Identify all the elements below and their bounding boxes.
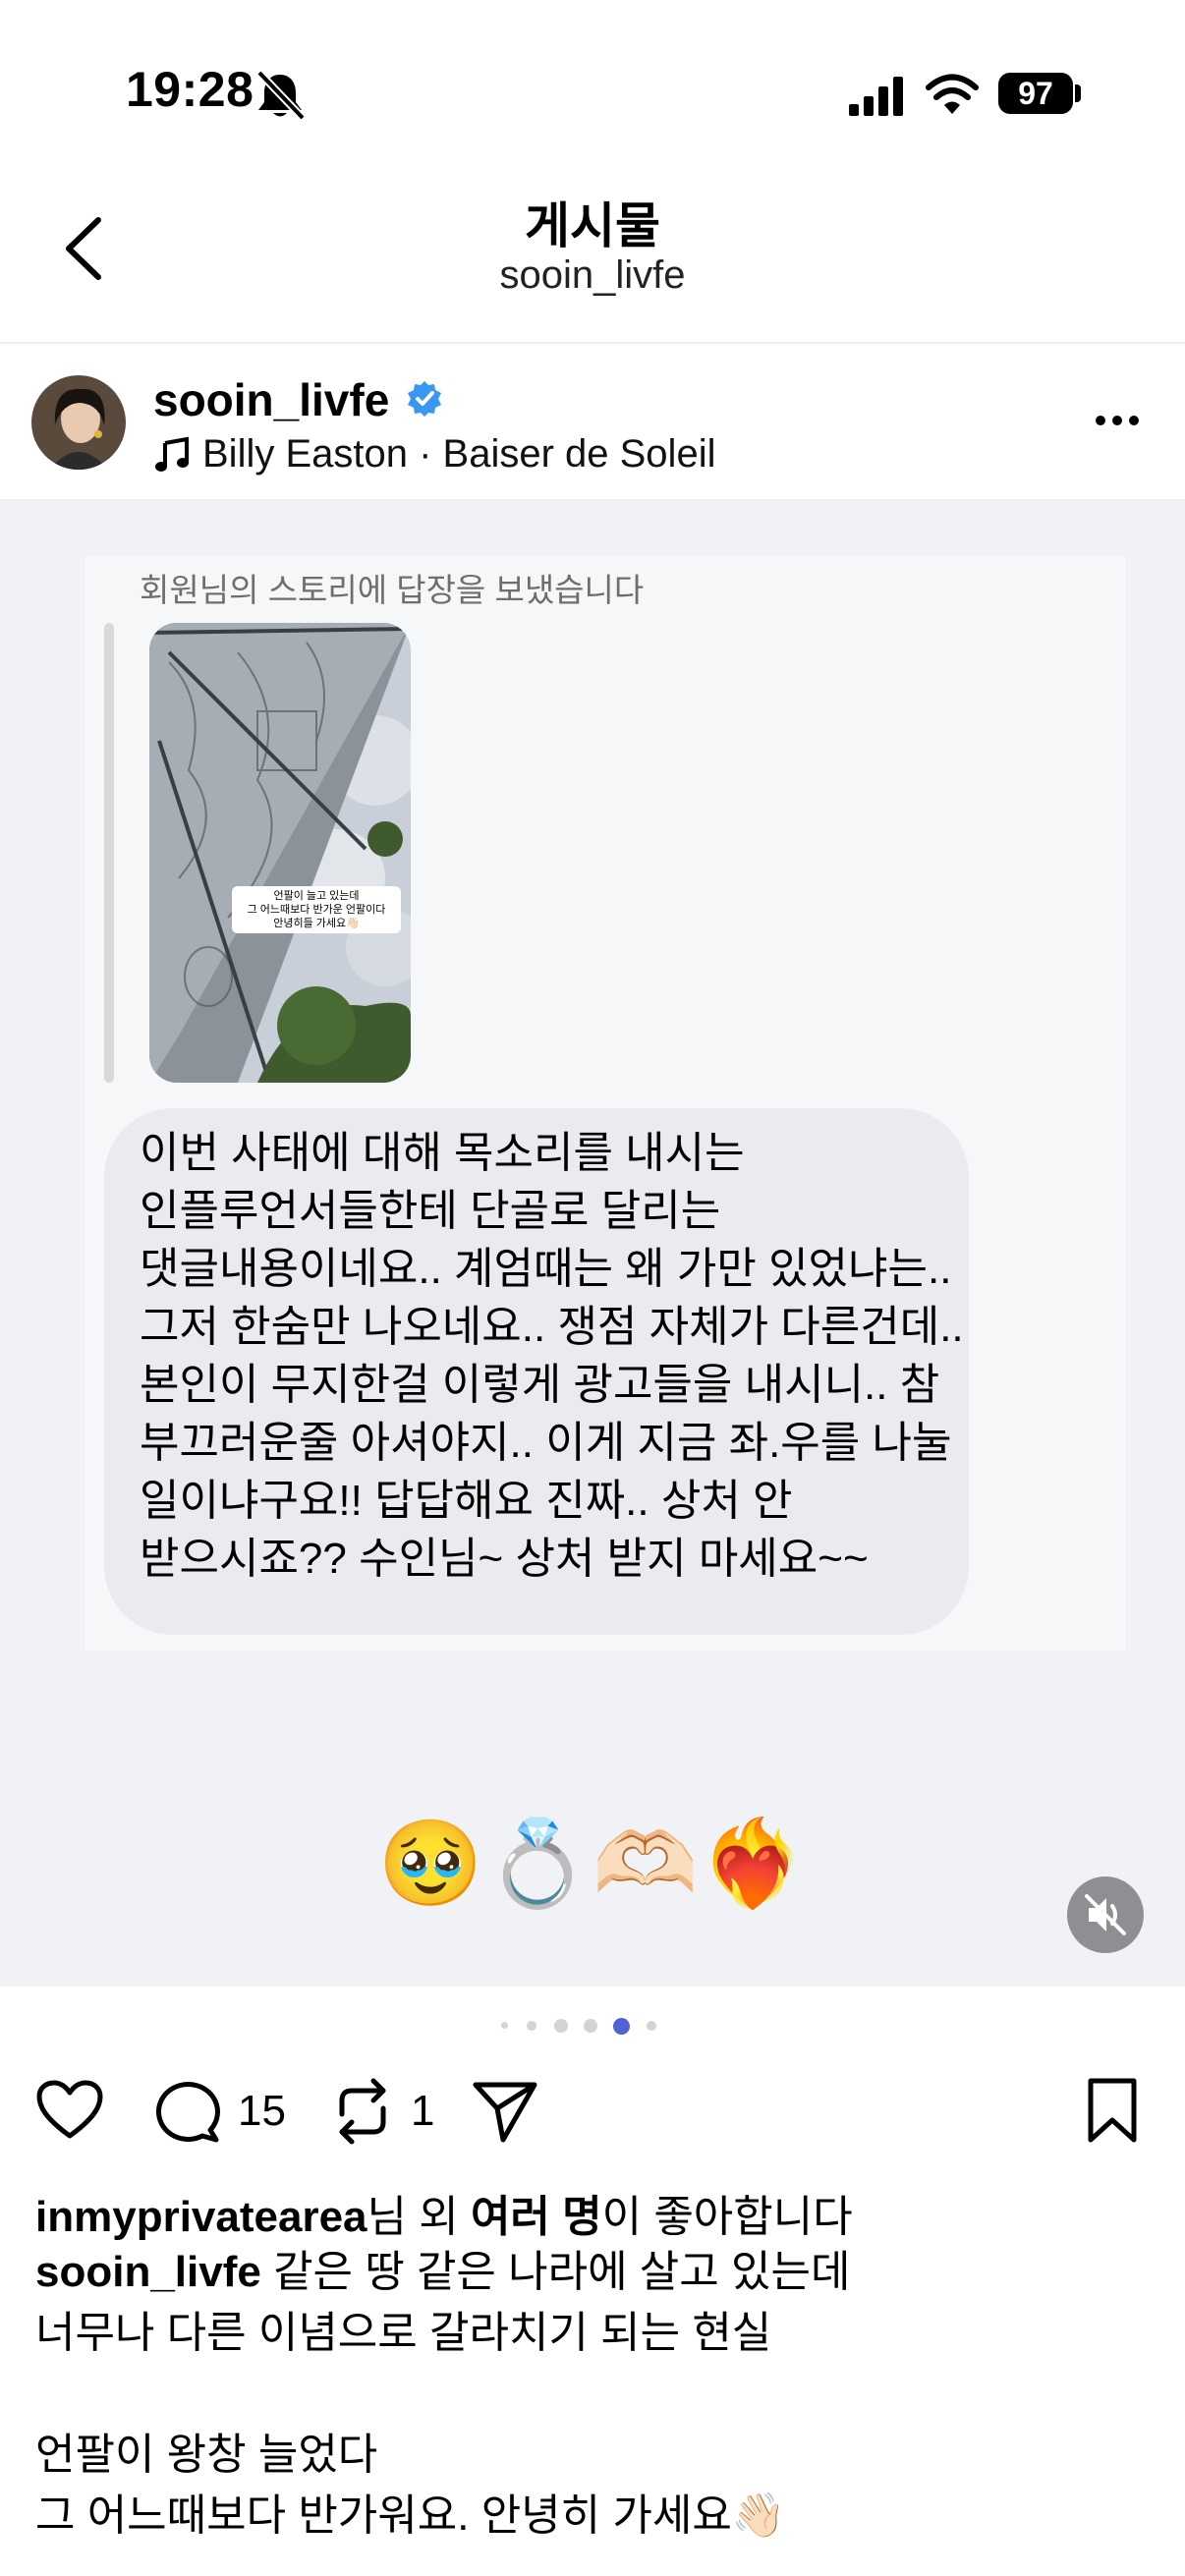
- repost-count[interactable]: 1: [411, 2087, 434, 2136]
- more-icon[interactable]: [1093, 413, 1142, 428]
- likes-bold[interactable]: 여러 명: [471, 2193, 602, 2241]
- mute-icon: [1085, 1894, 1126, 1935]
- battery-tip: [1075, 84, 1081, 102]
- author-username[interactable]: sooin_livfe: [153, 373, 389, 426]
- battery-indicator: 97: [998, 73, 1073, 114]
- page-subtitle[interactable]: sooin_livfe: [0, 253, 1185, 298]
- music-note-icon: [155, 436, 189, 472]
- status-time: 19:28: [126, 62, 254, 117]
- emoji-row: 🥹💍🫶🏻❤️‍🔥: [377, 1817, 808, 1911]
- comment-icon[interactable]: [153, 2079, 222, 2144]
- comment-count[interactable]: 15: [238, 2087, 286, 2136]
- wifi-icon: [926, 74, 979, 114]
- carousel-dots: [0, 2016, 1185, 2036]
- story-thumbnail: [149, 623, 411, 1083]
- header-divider: [0, 342, 1185, 344]
- bell-slash-icon: [256, 70, 306, 121]
- bookmark-icon[interactable]: [1085, 2077, 1140, 2146]
- reply-header: 회원님의 스토리에 답장을 보냈습니다: [140, 572, 645, 608]
- page-title: 게시물: [525, 198, 660, 253]
- caption-username[interactable]: sooin_livfe: [35, 2248, 261, 2296]
- reply-bar: [104, 623, 114, 1083]
- repost-icon[interactable]: [330, 2077, 395, 2146]
- verified-icon: [408, 381, 441, 417]
- music-row[interactable]: Billy Easton · Baiser de Soleil: [153, 432, 715, 476]
- carousel-dot-active: [613, 2018, 630, 2035]
- post-caption: sooin_livfe 같은 땅 같은 나라에 살고 있는데 너무나 다른 이념…: [35, 2242, 1156, 2547]
- likes-end: 이 좋아합니다: [601, 2193, 853, 2241]
- likes-mid: 님 외: [367, 2193, 471, 2241]
- share-icon[interactable]: [472, 2079, 538, 2144]
- heart-icon[interactable]: [35, 2079, 104, 2142]
- likes-user[interactable]: inmyprivatearea: [35, 2193, 367, 2241]
- mute-button[interactable]: [1067, 1876, 1144, 1953]
- avatar[interactable]: [31, 375, 126, 470]
- music-label: Billy Easton · Baiser de Soleil: [202, 432, 716, 476]
- story-overlay-text: 언팔이 늘고 있는데 그 어느때보다 반가운 언팔이다 안녕히들 가세요👋🏻: [232, 886, 401, 933]
- message-text: 이번 사태에 대해 목소리를 내시는 인플루언서들한테 단골로 달리는 댓글내용…: [140, 1129, 964, 1583]
- likes-summary[interactable]: inmyprivatearea님 외 여러 명이 좋아합니다: [35, 2181, 853, 2244]
- signal-icon: [849, 77, 903, 116]
